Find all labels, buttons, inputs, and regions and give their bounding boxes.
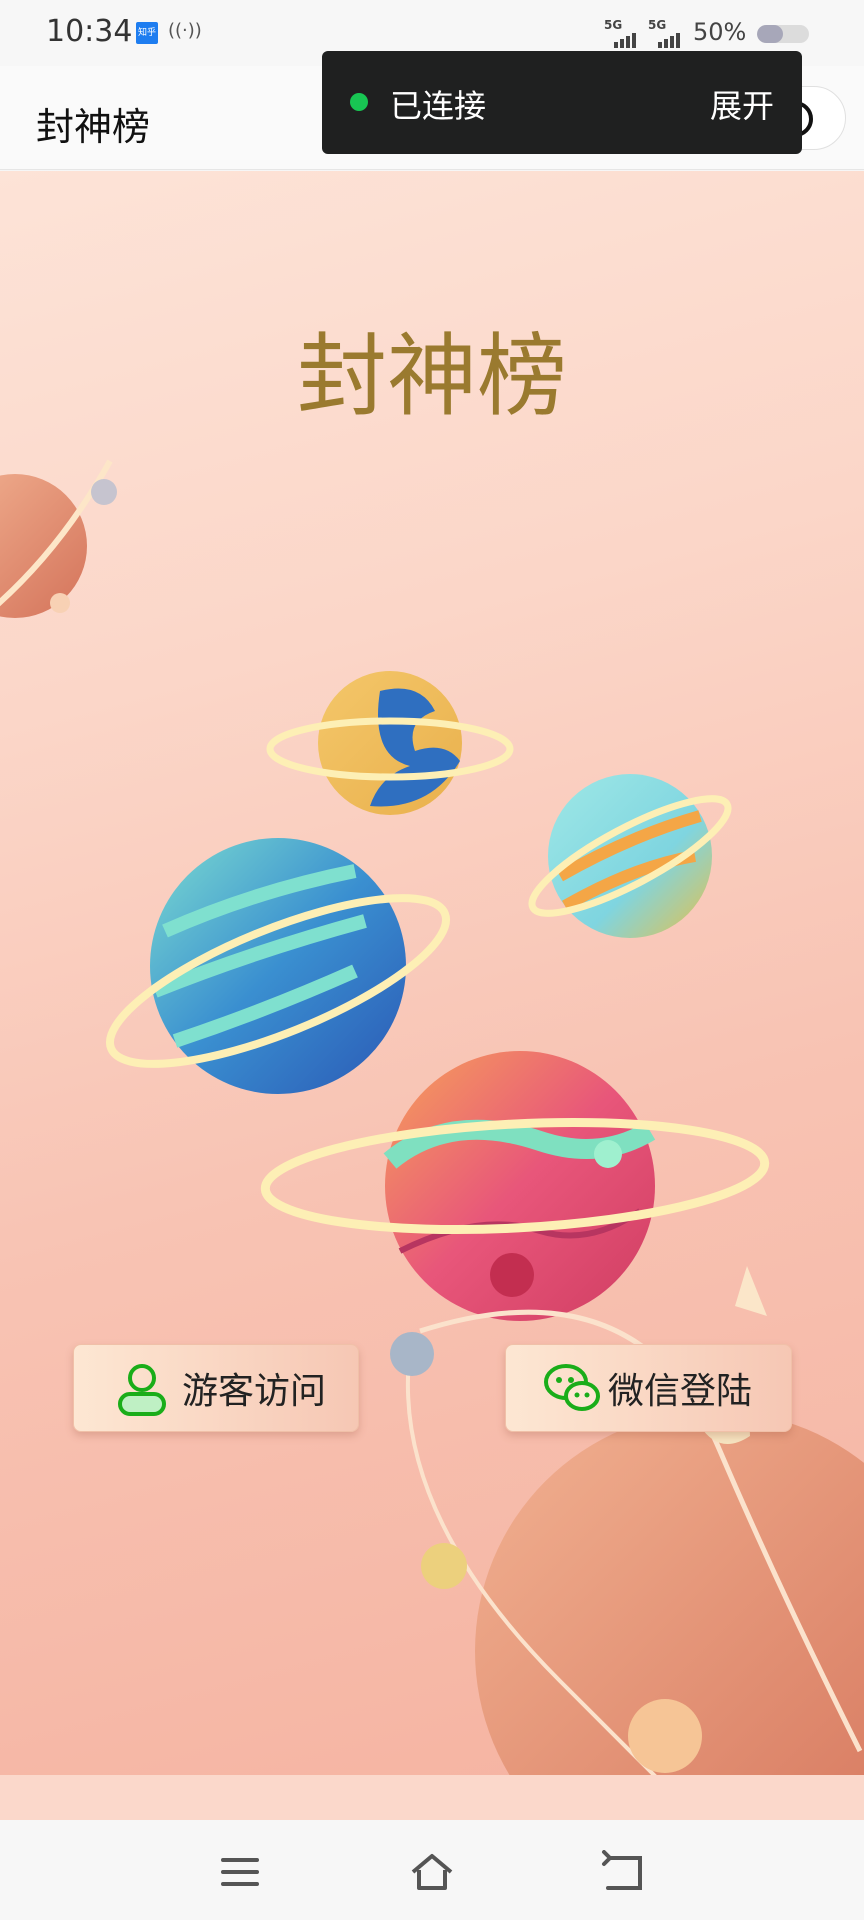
signal-icon: 5G	[604, 18, 642, 48]
user-icon	[118, 1364, 166, 1416]
connection-toast: 已连接 展开	[322, 51, 802, 154]
battery-percent: 50%	[693, 18, 747, 46]
planets-illustration	[0, 459, 864, 1775]
bottom-strip	[0, 1775, 864, 1820]
battery-icon	[757, 25, 809, 43]
guest-login-button[interactable]: 游客访问	[73, 1344, 359, 1432]
toast-status-text: 已连接	[390, 87, 487, 125]
toast-expand-button[interactable]: 展开	[710, 81, 774, 127]
hotspot-icon: ((·))	[168, 20, 202, 41]
zhihu-app-icon: 知乎	[136, 22, 158, 44]
wechat-icon	[544, 1364, 600, 1411]
wechat-login-button[interactable]: 微信登陆	[505, 1344, 792, 1432]
guest-login-label: 游客访问	[182, 1371, 327, 1412]
nav-title: 封神榜	[36, 105, 151, 149]
signal-icon: 5G	[648, 18, 686, 48]
main-background: 封神榜 游客访问 微信登陆	[0, 171, 864, 1775]
back-icon[interactable]	[600, 1850, 650, 1894]
menu-icon[interactable]	[215, 1850, 265, 1894]
battery-level-fill	[757, 25, 783, 43]
status-time: 10:34	[46, 14, 133, 49]
wechat-login-label: 微信登陆	[608, 1371, 753, 1412]
left-planet	[0, 474, 87, 618]
connected-status-dot	[350, 93, 368, 111]
system-navigation-bar	[0, 1820, 864, 1920]
home-icon[interactable]	[407, 1850, 457, 1894]
